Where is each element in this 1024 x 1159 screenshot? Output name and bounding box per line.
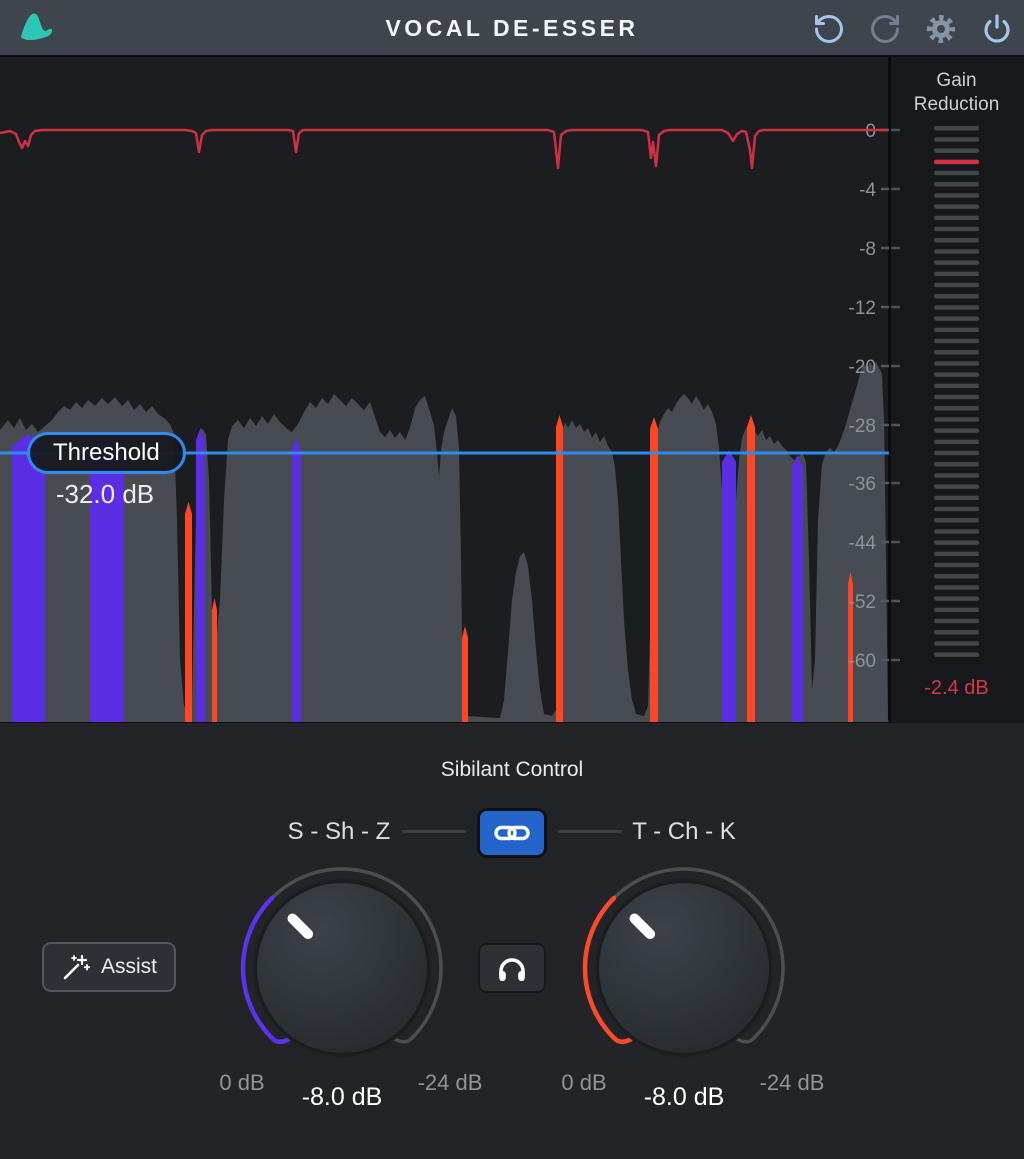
knob-value-t-ch-k[interactable]: -8.0 dB bbox=[624, 1083, 744, 1112]
threshold-value[interactable]: -32.0 dB bbox=[35, 479, 175, 510]
waveform-chart[interactable]: 0 -4 -8 -12 -20 -28 -36 -44 -52 -60 bbox=[0, 57, 1024, 723]
title-bar: VOCAL DE-ESSER bbox=[0, 0, 1024, 57]
link-bands-button[interactable] bbox=[477, 808, 547, 858]
knob-min-label: 0 dB bbox=[202, 1070, 282, 1096]
threshold-label: Threshold bbox=[53, 439, 160, 467]
gear-icon bbox=[924, 12, 958, 46]
right-band-label: T - Ch - K bbox=[584, 818, 784, 846]
svg-text:-44: -44 bbox=[849, 533, 877, 554]
link-connector-left bbox=[402, 830, 466, 833]
settings-button[interactable] bbox=[923, 11, 958, 46]
sibilant-control-panel: Sibilant Control S - Sh - Z T - Ch - K A… bbox=[0, 723, 1024, 1159]
section-title: Sibilant Control bbox=[0, 758, 1024, 782]
power-icon bbox=[980, 12, 1014, 46]
knob-value-s-sh-z[interactable]: -8.0 dB bbox=[282, 1083, 402, 1112]
knob-s-sh-z[interactable] bbox=[232, 858, 452, 1078]
svg-text:-12: -12 bbox=[849, 298, 876, 319]
knob-t-ch-k[interactable] bbox=[574, 858, 794, 1078]
svg-text:0: 0 bbox=[865, 121, 876, 142]
chain-link-icon bbox=[493, 819, 531, 847]
headphones-icon bbox=[496, 953, 528, 983]
svg-text:-28: -28 bbox=[849, 416, 876, 437]
power-button[interactable] bbox=[979, 11, 1014, 46]
knob-max-label: -24 dB bbox=[742, 1070, 842, 1096]
redo-icon bbox=[868, 12, 902, 46]
magic-wand-icon bbox=[61, 952, 91, 982]
level-display: 0 -4 -8 -12 -20 -28 -36 -44 -52 -60 Threshold -32… bbox=[0, 57, 1024, 723]
svg-text:-20: -20 bbox=[849, 357, 876, 378]
gain-reduction-title: Gain Reduction bbox=[889, 69, 1024, 117]
threshold-pill[interactable]: Threshold bbox=[27, 432, 186, 474]
knob-min-label: 0 dB bbox=[544, 1070, 624, 1096]
svg-text:-4: -4 bbox=[859, 180, 876, 201]
svg-text:-60: -60 bbox=[849, 651, 876, 672]
assist-button[interactable]: Assist bbox=[42, 942, 176, 992]
redo-button[interactable] bbox=[867, 11, 902, 46]
assist-label: Assist bbox=[101, 955, 157, 979]
svg-text:-8: -8 bbox=[859, 239, 876, 260]
gain-reduction-value: -2.4 dB bbox=[889, 677, 1024, 700]
svg-text:-52: -52 bbox=[849, 592, 876, 613]
undo-button[interactable] bbox=[811, 11, 846, 46]
undo-icon bbox=[812, 12, 846, 46]
sibilant-monitor-button[interactable] bbox=[478, 943, 546, 993]
svg-text:-36: -36 bbox=[849, 474, 876, 495]
knob-max-label: -24 dB bbox=[400, 1070, 500, 1096]
